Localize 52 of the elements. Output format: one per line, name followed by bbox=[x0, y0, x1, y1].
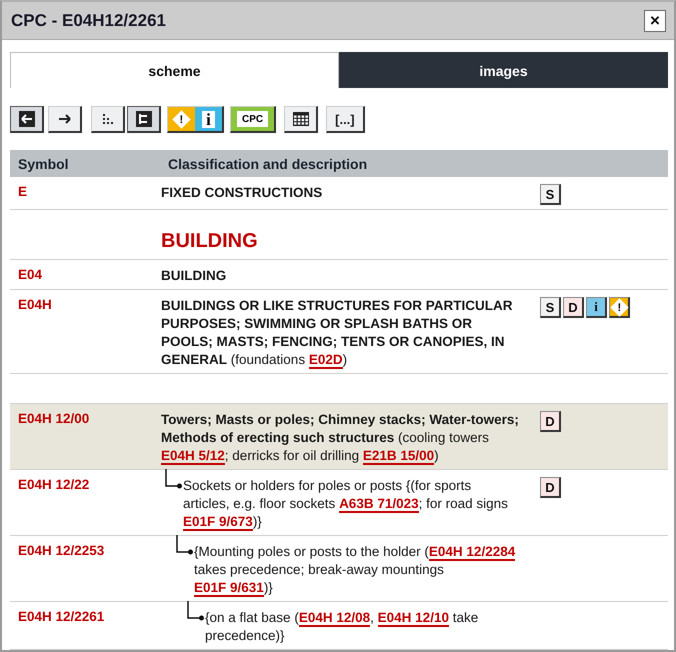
d-badge-icon[interactable]: D bbox=[563, 297, 584, 318]
forward-button[interactable] bbox=[48, 106, 82, 133]
d-badge-icon[interactable]: D bbox=[540, 477, 561, 498]
back-arrow-icon bbox=[18, 111, 34, 127]
info-icon[interactable]: i bbox=[586, 297, 607, 318]
symbol-link[interactable]: E04H 12/00 bbox=[18, 411, 161, 465]
table-button[interactable] bbox=[284, 106, 318, 133]
description-text: BUILDING bbox=[161, 268, 226, 283]
description-text: {on a flat base (E04H 12/08, E04H 12/10 take precedence)} bbox=[205, 610, 478, 643]
cpc-button[interactable]: CPC bbox=[230, 106, 276, 133]
classification-link[interactable]: E21B 15/00 bbox=[362, 448, 434, 465]
classification-link[interactable]: E01F 9/673 bbox=[183, 514, 253, 531]
symbol-link[interactable]: E04 bbox=[18, 267, 161, 285]
symbol-link[interactable]: E bbox=[18, 184, 161, 205]
description-text: {Mounting poles or posts to the holder (E04H 12/2284 takes precedence; break-away mountings E01F 9/631)} bbox=[194, 544, 516, 597]
symbol-link[interactable]: E04H bbox=[18, 297, 161, 369]
tree-connector bbox=[165, 469, 183, 489]
s-badge-icon[interactable]: S bbox=[540, 297, 561, 318]
classification-link[interactable]: E04H 12/10 bbox=[378, 610, 449, 627]
classification-link[interactable]: E02D bbox=[308, 352, 343, 369]
tree-view-icon bbox=[136, 111, 152, 127]
description-text: Towers; Masts or poles; Chimney stacks; Water-towers; Methods of erecting such structures (cooling towers E04H 5/12; derricks for oil drilling E21B 15/00) bbox=[161, 412, 519, 465]
description-text: Sockets or holders for poles or posts {(for sports articles, e.g. floor sockets A63B 71/023; for road signs E01F 9/673)} bbox=[183, 478, 508, 531]
warning-info-button[interactable]: ! i bbox=[167, 106, 224, 133]
dots-button[interactable] bbox=[91, 106, 125, 133]
d-badge-icon[interactable]: D bbox=[540, 411, 561, 432]
dots-icon bbox=[102, 113, 114, 125]
warning-icon[interactable]: ! bbox=[609, 297, 630, 318]
tab[interactable]: images bbox=[339, 52, 668, 88]
close-button[interactable]: × bbox=[644, 10, 666, 32]
tab[interactable]: scheme bbox=[10, 52, 339, 88]
brackets-button[interactable]: [...] bbox=[326, 106, 365, 133]
s-badge-icon[interactable]: S bbox=[540, 184, 561, 205]
description-text: BUILDINGS OR LIKE STRUCTURES FOR PARTICULAR PURPOSES; SWIMMING OR SPLASH BATHS OR POOLS; MASTS; FENCING; TENTS OR CANOPIES, IN GENERAL (foundations E02D) bbox=[161, 298, 512, 369]
column-header: Symbol bbox=[18, 156, 70, 172]
symbol-link[interactable]: E04H 12/2253 bbox=[18, 543, 161, 597]
tree-button[interactable] bbox=[127, 106, 161, 133]
tree-connector bbox=[187, 601, 205, 621]
classification-link[interactable]: A63B 71/023 bbox=[339, 496, 419, 513]
column-header: Classification and description bbox=[168, 156, 368, 172]
tree-connector bbox=[176, 535, 194, 555]
symbol-link[interactable]: E04H 12/22 bbox=[18, 477, 161, 531]
classification-link[interactable]: E04H 12/08 bbox=[298, 610, 370, 627]
classification-link[interactable]: E01F 9/631 bbox=[194, 580, 264, 597]
window-title: CPC - E04H12/2261 bbox=[11, 10, 166, 30]
back-button[interactable] bbox=[10, 106, 44, 133]
section-heading: BUILDING bbox=[161, 230, 258, 252]
classification-link[interactable]: E04H 5/12 bbox=[161, 448, 225, 465]
description-text: FIXED CONSTRUCTIONS bbox=[161, 185, 322, 200]
symbol-link[interactable]: E04H 12/2261 bbox=[18, 609, 161, 645]
classification-link[interactable]: E04H 12/2284 bbox=[428, 544, 516, 561]
grid-icon bbox=[292, 112, 309, 126]
